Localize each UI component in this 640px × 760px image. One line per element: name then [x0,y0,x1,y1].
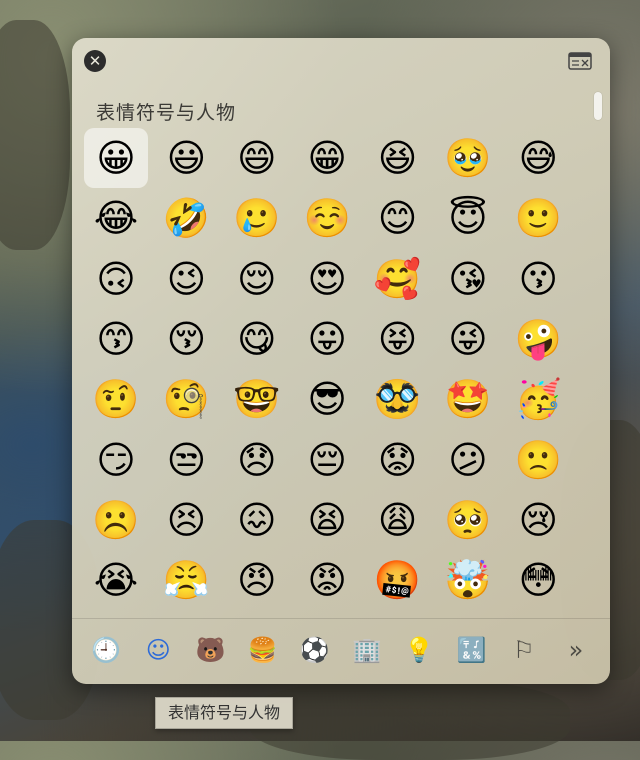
emoji-cell[interactable]: 😌 [225,249,289,309]
emoji-cell[interactable]: ☹️ [84,490,148,550]
emoji-cell[interactable]: 😩 [366,490,430,550]
character-viewer-icon[interactable] [568,52,592,70]
emoji-cell[interactable]: 😋 [225,309,289,369]
emoji-cell[interactable]: 😉 [154,249,218,309]
emoji-cell[interactable]: 😁 [295,128,359,188]
emoji-cell[interactable]: 😜 [436,309,500,369]
emoji-cell[interactable]: 😭 [84,550,148,610]
emoji-cell[interactable]: 😀 [84,128,148,189]
wallpaper-rock [0,20,70,250]
emoji-cell[interactable]: 🥰 [366,249,430,309]
emoji-cell[interactable]: 😟 [366,429,430,489]
divider [72,618,610,619]
emoji-cell[interactable]: ☺️ [295,188,359,248]
emoji-cell[interactable]: 😚 [154,309,218,369]
close-button[interactable]: ✕ [84,50,106,72]
emoji-cell[interactable]: 😅 [506,128,570,188]
emoji-cell[interactable]: 😖 [225,490,289,550]
emoji-picker-panel: ✕ 表情符号与人物 😀 😃 😄 😁 😆 🥹 😅 😂 🤣 🥲 ☺️ 😊 😇 🙂 🙃 😉 😌 😍 🥰 😘 😗 😙 😚 😋 😛 😝 😜 🤪 🤨… [72,38,610,684]
emoji-cell[interactable]: 😫 [295,490,359,550]
emoji-cell[interactable]: 🥺 [436,490,500,550]
emoji-cell[interactable]: 😄 [225,128,289,188]
emoji-cell[interactable]: 🙁 [506,429,570,489]
emoji-cell[interactable]: 😝 [366,309,430,369]
lightbulb-icon[interactable]: 💡 [401,632,437,668]
emoji-cell[interactable]: 😙 [84,309,148,369]
emoji-cell[interactable]: 🤣 [154,188,218,248]
emoji-cell[interactable]: 🥳 [506,369,570,429]
more-icon[interactable]: » [558,632,594,668]
section-title: 表情符号与人物 [96,102,237,124]
emoji-cell[interactable]: 😂 [84,188,148,248]
emoji-cell[interactable]: 😒 [154,429,218,489]
emoji-cell[interactable]: 😃 [154,128,218,188]
emoji-cell[interactable]: 🥲 [225,188,289,248]
emoji-cell[interactable]: 😗 [506,249,570,309]
emoji-cell[interactable]: 😛 [295,309,359,369]
category-bar: 🕘 ☺ 🐻 🍔 ⚽ 🏢 💡 🔣 ⚐ » [88,630,594,670]
emoji-cell[interactable]: 🤩 [436,369,500,429]
food-icon[interactable]: 🍔 [245,632,281,668]
emoji-cell[interactable]: 🧐 [154,369,218,429]
emoji-cell[interactable]: 😏 [84,429,148,489]
symbols-icon[interactable]: 🔣 [454,632,490,668]
emoji-cell[interactable]: 😘 [436,249,500,309]
wallpaper-rock [250,680,570,760]
category-tooltip: 表情符号与人物 [155,697,294,729]
flag-icon[interactable]: ⚐ [506,632,542,668]
emoji-cell[interactable]: 😳 [506,550,570,610]
building-icon[interactable]: 🏢 [349,632,385,668]
soccer-ball-icon[interactable]: ⚽ [297,632,333,668]
emoji-cell[interactable]: 😔 [295,429,359,489]
emoji-cell[interactable]: 😣 [154,490,218,550]
emoji-cell[interactable]: 🤯 [436,550,500,610]
clock-icon[interactable]: 🕘 [88,632,124,668]
emoji-grid: 😀 😃 😄 😁 😆 🥹 😅 😂 🤣 🥲 ☺️ 😊 😇 🙂 🙃 😉 😌 😍 🥰 😘 😗 😙 😚 😋 😛 😝 😜 🤪 🤨 🧐 🤓 😎 🥸 🤩 🥳 😏 😒 😞 😔… [84,128,576,610]
emoji-cell[interactable]: 🤓 [225,369,289,429]
emoji-cell[interactable]: 🤪 [506,309,570,369]
bear-icon[interactable]: 🐻 [192,632,228,668]
emoji-cell[interactable]: 😕 [436,429,500,489]
emoji-cell[interactable]: 🥹 [436,128,500,188]
emoji-cell[interactable]: 😊 [366,188,430,248]
emoji-cell[interactable]: 😡 [295,550,359,610]
emoji-cell[interactable]: 🙃 [84,249,148,309]
emoji-cell[interactable]: 🙂 [506,188,570,248]
scrollbar-thumb[interactable] [594,92,602,120]
emoji-cell[interactable]: 🥸 [366,369,430,429]
emoji-cell[interactable]: 😞 [225,429,289,489]
emoji-cell[interactable]: 🤨 [84,369,148,429]
smiley-icon[interactable]: ☺ [140,632,176,668]
emoji-cell[interactable]: 😍 [295,249,359,309]
emoji-cell[interactable]: 😤 [154,550,218,610]
emoji-cell[interactable]: 😆 [366,128,430,188]
emoji-cell[interactable]: 😠 [225,550,289,610]
emoji-cell[interactable]: 🤬 [366,550,430,610]
emoji-cell[interactable]: 😇 [436,188,500,248]
emoji-cell[interactable]: 😢 [506,490,570,550]
emoji-cell[interactable]: 😎 [295,369,359,429]
